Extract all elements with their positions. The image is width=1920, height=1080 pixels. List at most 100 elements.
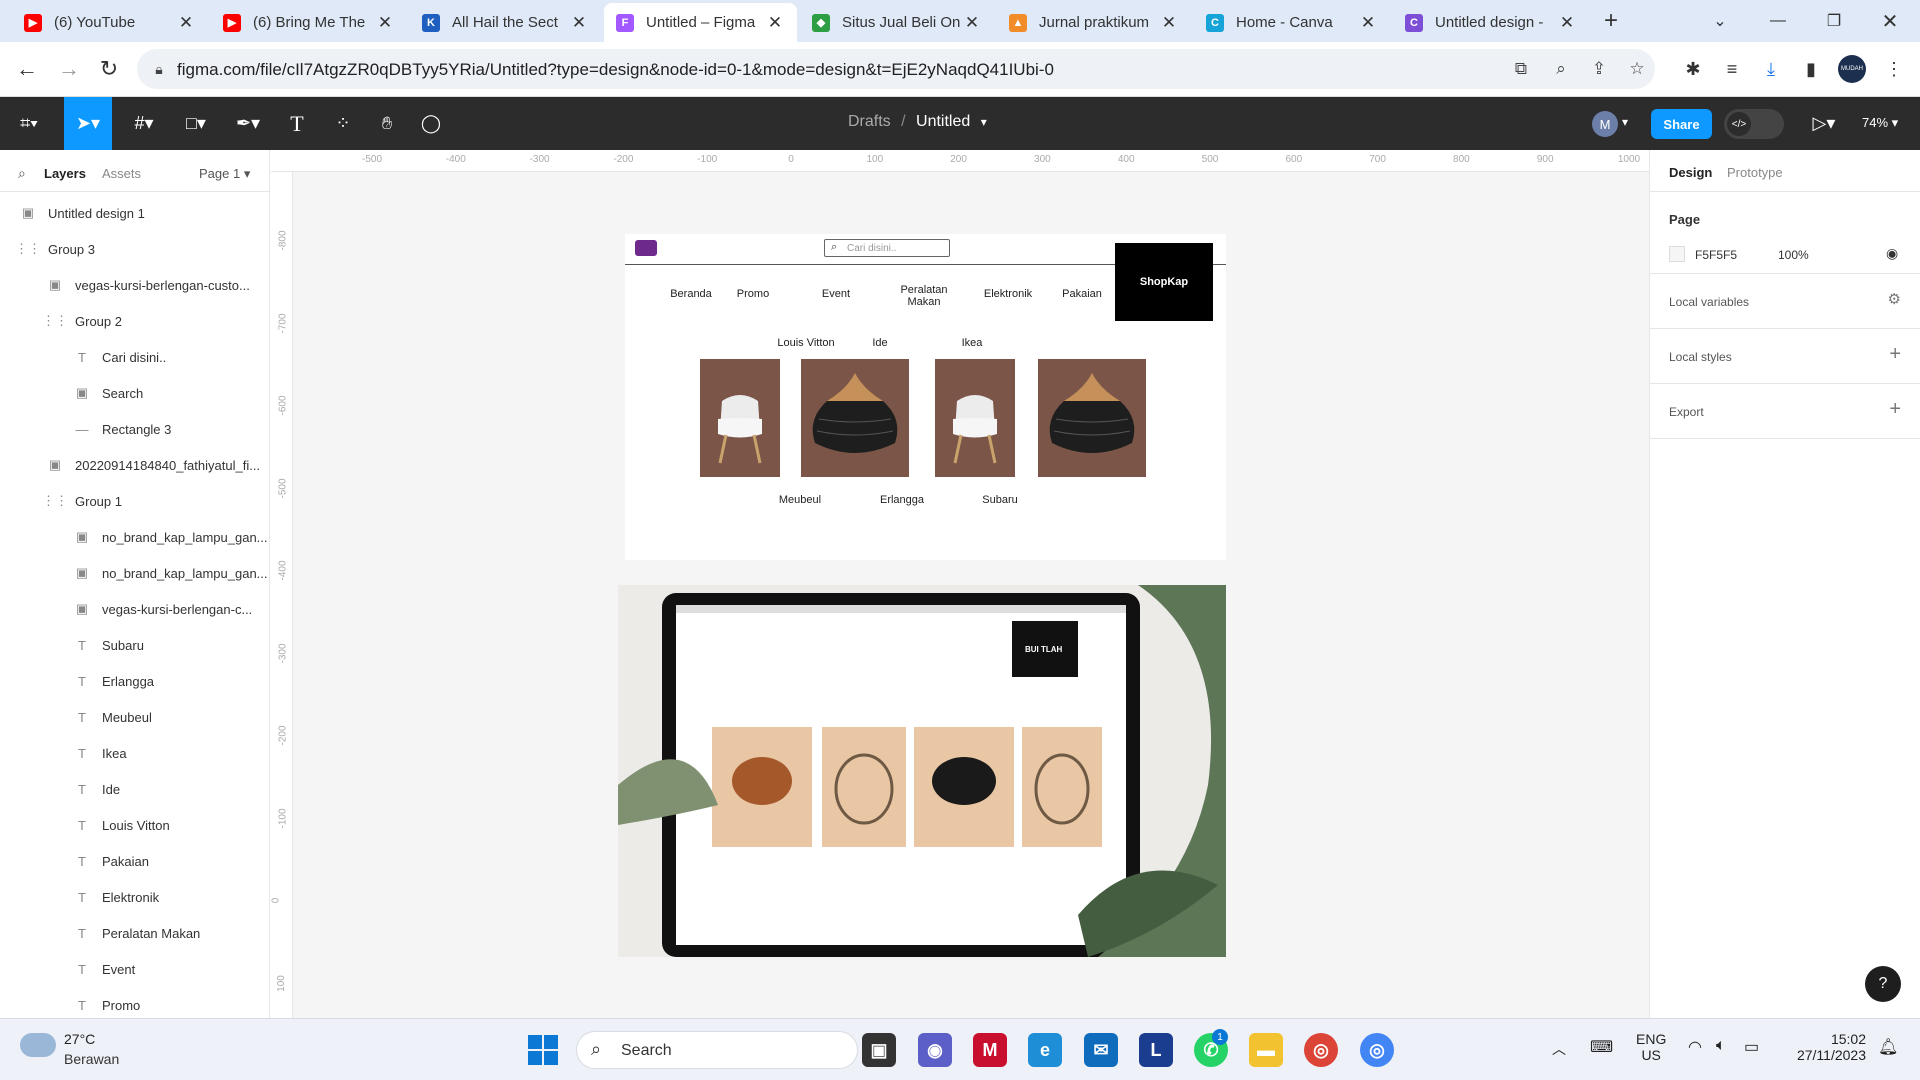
brand-label[interactable]: Meubeul: [779, 494, 821, 506]
tab-close-icon[interactable]: ✕: [176, 13, 196, 33]
layer-item[interactable]: T Elektronik: [0, 879, 270, 915]
tab-assets[interactable]: Assets: [102, 166, 141, 181]
main-menu-icon[interactable]: ⌗▾: [8, 97, 50, 150]
layer-item[interactable]: T Subaru: [0, 627, 270, 663]
page-opacity-value[interactable]: 100%: [1778, 248, 1809, 262]
layer-item[interactable]: ▣ 20220914184840_fathiyatul_fi...: [0, 447, 270, 483]
frame-tool-icon[interactable]: #▾: [124, 97, 164, 150]
layer-item[interactable]: T Erlangga: [0, 663, 270, 699]
add-style-icon[interactable]: +: [1889, 343, 1901, 366]
keyboard-icon[interactable]: ⌨: [1590, 1037, 1613, 1057]
wifi-icon[interactable]: ◠: [1688, 1037, 1702, 1057]
product-image-chair[interactable]: [935, 359, 1015, 477]
forward-icon[interactable]: →: [52, 52, 86, 86]
browser-tab[interactable]: C Home - Canva ✕: [1194, 3, 1390, 42]
volume-icon[interactable]: 🔈︎: [1716, 1037, 1726, 1055]
tab-close-icon[interactable]: ✕: [375, 13, 395, 33]
minimize-icon[interactable]: —: [1750, 0, 1806, 42]
page-color-swatch[interactable]: [1669, 246, 1685, 262]
browser-tab[interactable]: ▶ (6) Bring Me The ✕: [211, 3, 407, 42]
tab-design[interactable]: Design: [1669, 165, 1712, 180]
new-tab-button[interactable]: +: [1596, 6, 1626, 36]
brand-label[interactable]: Erlangga: [880, 494, 924, 506]
layer-item[interactable]: ⋮⋮ Group 1: [0, 483, 270, 519]
address-bar[interactable]: 🔒︎ figma.com/file/cIl7AtgzZR0qDBTyy5YRia…: [137, 49, 1655, 89]
task-view-icon[interactable]: ▣: [862, 1033, 896, 1067]
user-avatar[interactable]: M: [1592, 111, 1618, 137]
layer-item[interactable]: T Cari disini..: [0, 339, 270, 375]
pen-tool-icon[interactable]: ✒▾: [228, 97, 268, 150]
product-image-lamp[interactable]: [801, 359, 909, 477]
nav-link[interactable]: Event: [822, 288, 850, 300]
variables-settings-icon[interactable]: ⚙︎: [1888, 290, 1901, 308]
browser-tab[interactable]: ▲ Jurnal praktikum ✕: [997, 3, 1191, 42]
layer-item[interactable]: ▣ vegas-kursi-berlengan-custo...: [0, 267, 270, 303]
help-icon[interactable]: ?: [1865, 966, 1901, 1002]
product-image-lamp[interactable]: [1038, 359, 1146, 477]
tab-close-icon[interactable]: ✕: [962, 13, 982, 33]
bookmark-star-icon[interactable]: ☆: [1625, 57, 1649, 81]
install-app-icon[interactable]: ⧉: [1509, 57, 1533, 81]
back-icon[interactable]: ←: [10, 52, 44, 86]
side-panel-icon[interactable]: ▮: [1797, 55, 1825, 83]
layer-item[interactable]: T Meubeul: [0, 699, 270, 735]
layer-item[interactable]: ▣ vegas-kursi-berlengan-c...: [0, 591, 270, 627]
resources-icon[interactable]: ⁘: [328, 97, 358, 150]
search-layers-icon[interactable]: ⌕: [18, 165, 26, 182]
reload-icon[interactable]: ↻: [92, 52, 126, 86]
brand-box[interactable]: ShopKap: [1115, 243, 1213, 321]
design-frame[interactable]: ⌕ Cari disini.. Beranda Promo Event Peralat…: [625, 234, 1226, 560]
extensions-icon[interactable]: ✱: [1679, 55, 1707, 83]
tab-layers[interactable]: Layers: [44, 166, 86, 181]
text-tool-icon[interactable]: T: [282, 97, 312, 150]
move-tool-icon[interactable]: ➤▾: [64, 97, 112, 150]
close-window-icon[interactable]: ✕: [1862, 0, 1918, 42]
layer-item[interactable]: — Rectangle 3: [0, 411, 270, 447]
teams-icon[interactable]: ◉: [918, 1033, 952, 1067]
download-icon[interactable]: ⤓: [1757, 55, 1785, 83]
browser-tab[interactable]: ▶ (6) YouTube ✕: [12, 3, 208, 42]
avatar-chevron-icon[interactable]: ▾: [1622, 115, 1628, 129]
app-l-icon[interactable]: L: [1139, 1033, 1173, 1067]
product-image-chair[interactable]: [700, 359, 780, 477]
weather-icon[interactable]: [20, 1033, 56, 1057]
url-text[interactable]: figma.com/file/cIl7AtgzZR0qDBTyy5YRia/Un…: [177, 60, 1054, 80]
brand-label[interactable]: Subaru: [982, 494, 1017, 506]
dev-mode-toggle[interactable]: </>: [1724, 109, 1784, 139]
browser-tab[interactable]: K All Hail the Sect ✕: [410, 3, 601, 42]
browser-tab[interactable]: C Untitled design - ✕: [1393, 3, 1589, 42]
edge-icon[interactable]: e: [1028, 1033, 1062, 1067]
browser-tab[interactable]: F Untitled – Figma ✕: [604, 3, 797, 42]
eye-icon[interactable]: ◉: [1886, 245, 1898, 262]
nav-link[interactable]: Promo: [737, 288, 769, 300]
layer-item[interactable]: T Pakaian: [0, 843, 270, 879]
notification-icon[interactable]: 🔔︎: [1878, 1037, 1898, 1057]
layer-item[interactable]: T Event: [0, 951, 270, 987]
layer-item[interactable]: T Ide: [0, 771, 270, 807]
clock[interactable]: 15:02 27/11/2023: [1786, 1031, 1866, 1063]
layer-item[interactable]: ⋮⋮ Group 2: [0, 303, 270, 339]
tab-close-icon[interactable]: ✕: [1159, 13, 1179, 33]
layer-item[interactable]: ▣ Search: [0, 375, 270, 411]
weather-desc[interactable]: Berawan: [64, 1051, 119, 1067]
brand-label[interactable]: Louis Vitton: [777, 337, 834, 349]
tab-close-icon[interactable]: ✕: [1557, 13, 1577, 33]
layer-item[interactable]: T Louis Vitton: [0, 807, 270, 843]
nav-link[interactable]: Peralatan Makan: [898, 284, 950, 308]
canvas[interactable]: -500 -400 -300 -200 -100 0 100 200 300 400 500 600 7…: [270, 150, 1649, 1018]
search-box[interactable]: ⌕ Cari disini..: [824, 239, 950, 257]
brand-label[interactable]: Ide: [872, 337, 887, 349]
brand-label[interactable]: Ikea: [962, 337, 983, 349]
restore-icon[interactable]: ❐: [1806, 0, 1862, 42]
layer-item[interactable]: ▣ no_brand_kap_lampu_gan...: [0, 555, 270, 591]
battery-icon[interactable]: ▭: [1744, 1037, 1759, 1057]
tab-prototype[interactable]: Prototype: [1727, 165, 1783, 180]
file-explorer-icon[interactable]: ▬: [1249, 1033, 1283, 1067]
taskbar-search[interactable]: ⌕ Search: [576, 1031, 858, 1069]
chrome-icon[interactable]: ◎: [1304, 1033, 1338, 1067]
layer-item[interactable]: ▣ no_brand_kap_lampu_gan...: [0, 519, 270, 555]
present-icon[interactable]: ▷▾: [1806, 97, 1842, 150]
start-icon[interactable]: [528, 1035, 558, 1065]
nav-link[interactable]: Elektronik: [984, 288, 1032, 300]
share-page-icon[interactable]: ⇪: [1587, 57, 1611, 81]
